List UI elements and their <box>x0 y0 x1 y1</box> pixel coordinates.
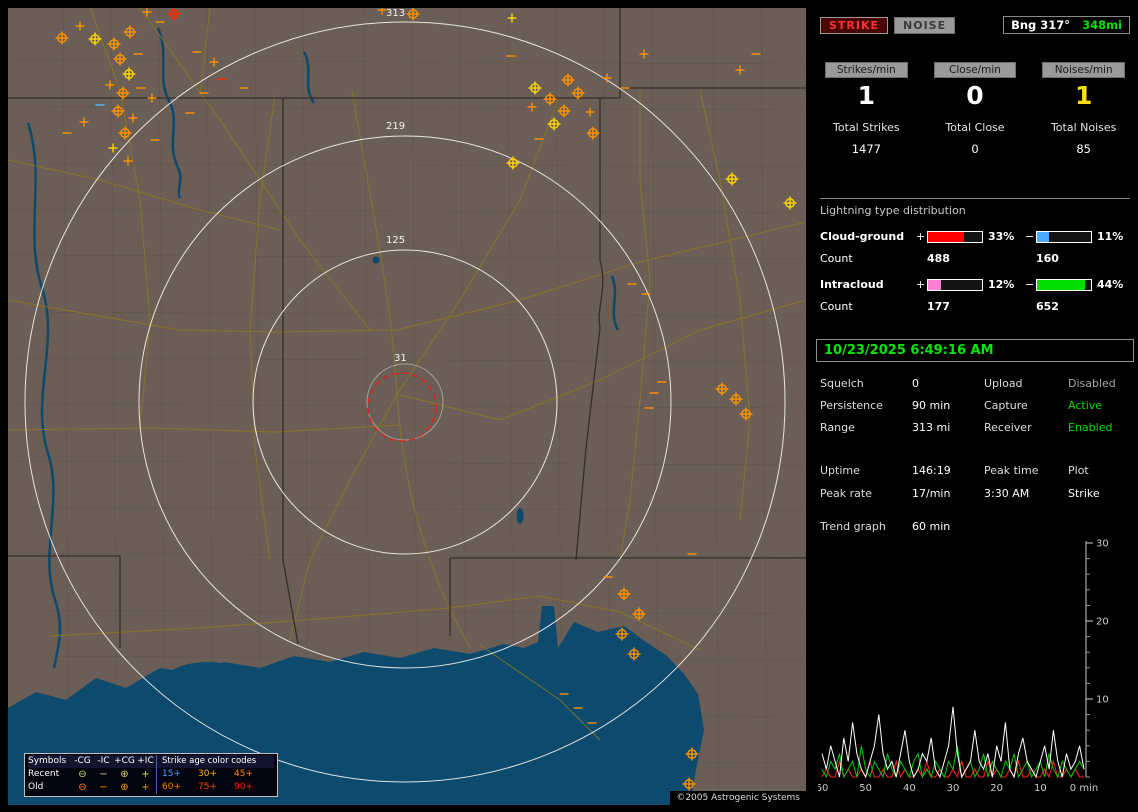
cloud-ground-counts: Count 488 160 <box>820 252 1059 265</box>
noises-per-min-value: 1 <box>1074 81 1093 110</box>
datetime-display: 10/23/2025 6:49:16 AM <box>816 339 1134 362</box>
total-strikes-value: 1477 <box>851 142 881 156</box>
legend-symbol-icon: ⊕ <box>120 769 129 780</box>
intracloud-counts: Count 177 652 <box>820 300 1059 313</box>
ring-label-313: 313 <box>386 8 406 19</box>
trend-x-label: 50 <box>859 783 872 794</box>
legend-recent-ages: 15+ 30+ 45+ <box>156 768 274 781</box>
total-strikes-label: Total Strikes <box>833 121 900 134</box>
lightning-map[interactable]: 313 219 125 31 Symbols -CG -IC +CG +IC S… <box>8 8 806 805</box>
plus-sign: + <box>915 230 926 243</box>
trend-x-label: 40 <box>903 783 916 794</box>
close-per-min-value: 0 <box>966 81 984 110</box>
minus-sign: − <box>1024 278 1035 291</box>
ic-negative-bar <box>1036 278 1092 291</box>
trend-series-noises <box>821 745 1085 779</box>
bearing-display: Bng 317° 348mi <box>1003 16 1130 34</box>
trend-graph: 10 20 30 60 50 40 30 20 10 0 min <box>818 539 1109 794</box>
age-code: 75+ <box>198 782 217 792</box>
noises-per-min-button[interactable]: Noises/min <box>1042 62 1125 78</box>
map-canvas <box>8 8 806 805</box>
receiver-status: Enabled <box>1068 421 1113 434</box>
age-code: 30+ <box>198 769 217 779</box>
ring-label-125: 125 <box>386 235 406 246</box>
age-code: 60+ <box>162 782 181 792</box>
top-toolbar: STRIKE NOISE Bng 317° 348mi <box>820 16 1130 34</box>
trend-series-strikes <box>821 706 1085 779</box>
status-grid: Squelch 0 Upload Disabled Persistence 90… <box>820 377 1130 434</box>
rate-counters: Strikes/min 1 Total Strikes 1477 Close/m… <box>812 62 1138 156</box>
strike-button[interactable]: STRIKE <box>820 16 889 34</box>
legend-symbol-icon: ⊕ <box>120 782 129 793</box>
total-noises-value: 85 <box>1076 142 1091 156</box>
noises-per-min-column: Noises/min 1 Total Noises 85 <box>1029 62 1138 156</box>
upload-status: Disabled <box>1068 377 1116 390</box>
legend-symbol-icon: − <box>99 782 108 793</box>
trend-x-label: 20 <box>990 783 1003 794</box>
trend-graph-header: Trend graph 60 min <box>820 520 951 533</box>
map-legend: Symbols -CG -IC +CG +IC Strike age color… <box>24 753 278 797</box>
copyright-watermark: ©2005 Astrogenic Systems <box>670 791 806 805</box>
age-code: 45+ <box>234 769 253 779</box>
legend-symbol-icon: ⊖ <box>78 782 87 793</box>
plus-sign: + <box>915 278 926 291</box>
app-window: 313 219 125 31 Symbols -CG -IC +CG +IC S… <box>0 0 1138 812</box>
legend-old-ages: 60+ 75+ 90+ <box>156 781 274 794</box>
legend-symbol-columns: -CG -IC +CG +IC <box>74 756 154 766</box>
legend-symbol-icon: ⊖ <box>78 769 87 780</box>
trend-x-label: 10 <box>1034 783 1047 794</box>
legend-age-title: Strike age color codes <box>156 755 274 768</box>
ic-positive-bar <box>927 278 983 291</box>
trend-x-label: 60 <box>818 783 828 794</box>
cg-negative-bar <box>1036 230 1092 243</box>
legend-symbol-icon: + <box>141 769 150 780</box>
cloud-ground-row: Cloud-ground + 33% − 11% <box>820 230 1124 243</box>
trend-y-label: 30 <box>1096 539 1109 550</box>
close-per-min-button[interactable]: Close/min <box>933 62 1017 78</box>
cg-positive-bar <box>927 230 983 243</box>
intracloud-row: Intracloud + 12% − 44% <box>820 278 1124 291</box>
legend-recent-symbols: ⊖ − ⊕ + <box>72 768 156 781</box>
bearing-range-value: 348mi <box>1082 18 1122 32</box>
legend-old-label: Old <box>28 782 44 792</box>
age-code: 90+ <box>234 782 253 792</box>
strikes-per-min-value: 1 <box>857 81 876 110</box>
noise-button[interactable]: NOISE <box>894 16 956 34</box>
trend-x-label: 30 <box>947 783 960 794</box>
ring-label-31: 31 <box>394 353 407 364</box>
trend-y-label: 20 <box>1096 617 1109 628</box>
legend-symbol-icon: − <box>99 769 108 780</box>
legend-recent-label: Recent <box>28 769 60 779</box>
total-noises-label: Total Noises <box>1050 121 1117 134</box>
uptime-stats: Uptime 146:19 Peak time Plot Peak rate 1… <box>820 464 1100 500</box>
strikes-per-min-button[interactable]: Strikes/min <box>825 62 908 78</box>
total-close-value: 0 <box>971 142 979 156</box>
total-close-label: Total Close <box>945 121 1005 134</box>
trend-y-label: 10 <box>1096 695 1109 706</box>
distribution-title: Lightning type distribution <box>820 204 966 217</box>
legend-symbol-icon: + <box>141 782 150 793</box>
close-per-min-column: Close/min 0 Total Close 0 <box>921 62 1030 156</box>
ring-label-219: 219 <box>386 121 406 132</box>
strikes-per-min-column: Strikes/min 1 Total Strikes 1477 <box>812 62 921 156</box>
legend-symbols-label: Symbols <box>28 756 67 766</box>
trend-x-label: 0 min <box>1070 783 1098 794</box>
minus-sign: − <box>1024 230 1035 243</box>
age-code: 15+ <box>162 769 181 779</box>
legend-old-symbols: ⊖ − ⊕ + <box>72 781 156 794</box>
control-panel: STRIKE NOISE Bng 317° 348mi Strikes/min … <box>812 0 1138 812</box>
capture-status: Active <box>1068 399 1103 412</box>
bearing-label: Bng 317° <box>1011 18 1071 32</box>
lightning-distribution: Lightning type distribution Cloud-ground… <box>820 198 1130 313</box>
